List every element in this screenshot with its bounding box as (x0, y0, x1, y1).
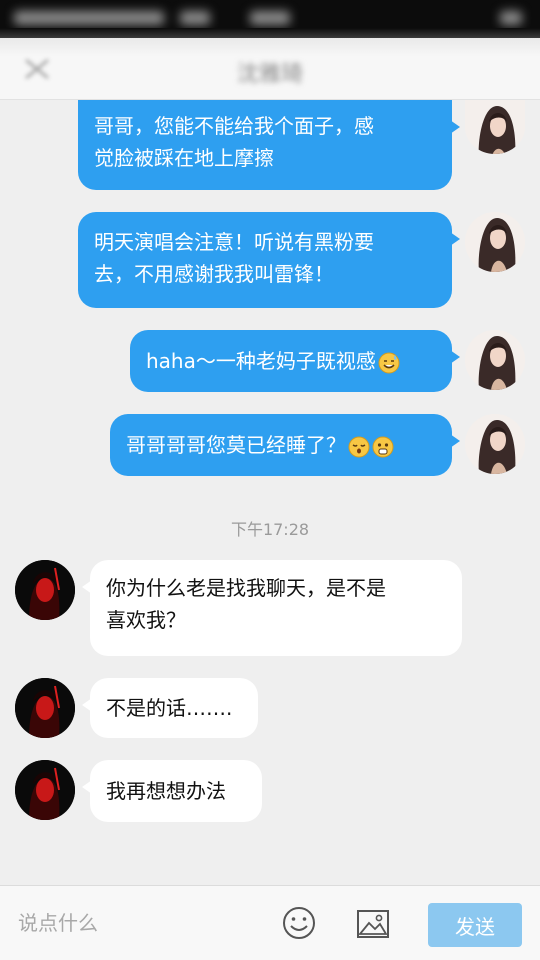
girl-avatar-icon (465, 414, 525, 474)
boy-avatar-icon (15, 760, 75, 820)
chat-title: 沈雅琦 (236, 62, 303, 87)
message-text-line: 哥哥，您能不能给我个面子，感 (94, 114, 374, 138)
girl-avatar-icon (465, 212, 525, 272)
message-text: 我再想想办法 (106, 779, 226, 803)
boy-avatar-icon (15, 678, 75, 738)
boy-avatar-icon (15, 560, 75, 620)
incoming-message[interactable]: 你为什么老是找我聊天，是不是 喜欢我？ (82, 560, 462, 656)
girl-avatar-icon (465, 100, 525, 154)
message-timestamp: 下午17:28 (230, 520, 310, 539)
message-text-line: 觉脸被踩在地上摩擦 (94, 146, 274, 170)
chat-header: 沈雅琦 (0, 38, 540, 100)
message-text: 哥哥哥哥您莫已经睡了？ (126, 433, 346, 457)
message-text-line: 明天演唱会注意！听说有黑粉要 (94, 230, 374, 254)
message-text-line: 喜欢我？ (106, 608, 186, 632)
avatar[interactable] (465, 212, 525, 272)
avatar[interactable] (465, 414, 525, 474)
send-button[interactable]: 发送 (428, 903, 522, 947)
avatar[interactable] (15, 678, 75, 738)
message-input-bar: 发送 (0, 885, 540, 960)
avatar[interactable] (465, 330, 525, 390)
message-text-line: 你为什么老是找我聊天，是不是 (106, 576, 386, 600)
incoming-message[interactable]: 我再想想办法 (82, 760, 262, 822)
message-text: haha～一种老妈子既视感 (146, 349, 376, 373)
image-icon[interactable] (356, 908, 390, 940)
avatar[interactable] (15, 560, 75, 620)
message-text-line: 去，不用感谢我我叫雷锋！ (94, 262, 334, 286)
message-input[interactable] (18, 906, 258, 940)
sleepy-emoji-icon (348, 436, 370, 457)
sweat-smile-emoji-icon (378, 352, 400, 373)
status-bar (0, 0, 540, 38)
message-text: 不是的话……. (106, 696, 233, 720)
avatar[interactable] (465, 100, 525, 154)
outgoing-message[interactable]: 明天演唱会注意！听说有黑粉要 去，不用感谢我我叫雷锋！ (78, 212, 460, 308)
outgoing-message[interactable]: 哥哥，您能不能给我个面子，感 觉脸被踩在地上摩擦 (78, 100, 460, 190)
girl-avatar-icon (465, 330, 525, 390)
shocked-emoji-icon (372, 436, 394, 457)
avatar[interactable] (15, 760, 75, 820)
incoming-message[interactable]: 不是的话……. (82, 678, 258, 738)
outgoing-message[interactable]: 哥哥哥哥您莫已经睡了？ (110, 414, 460, 476)
smiley-face-icon[interactable] (282, 906, 316, 940)
outgoing-message[interactable]: haha～一种老妈子既视感 (130, 330, 460, 392)
